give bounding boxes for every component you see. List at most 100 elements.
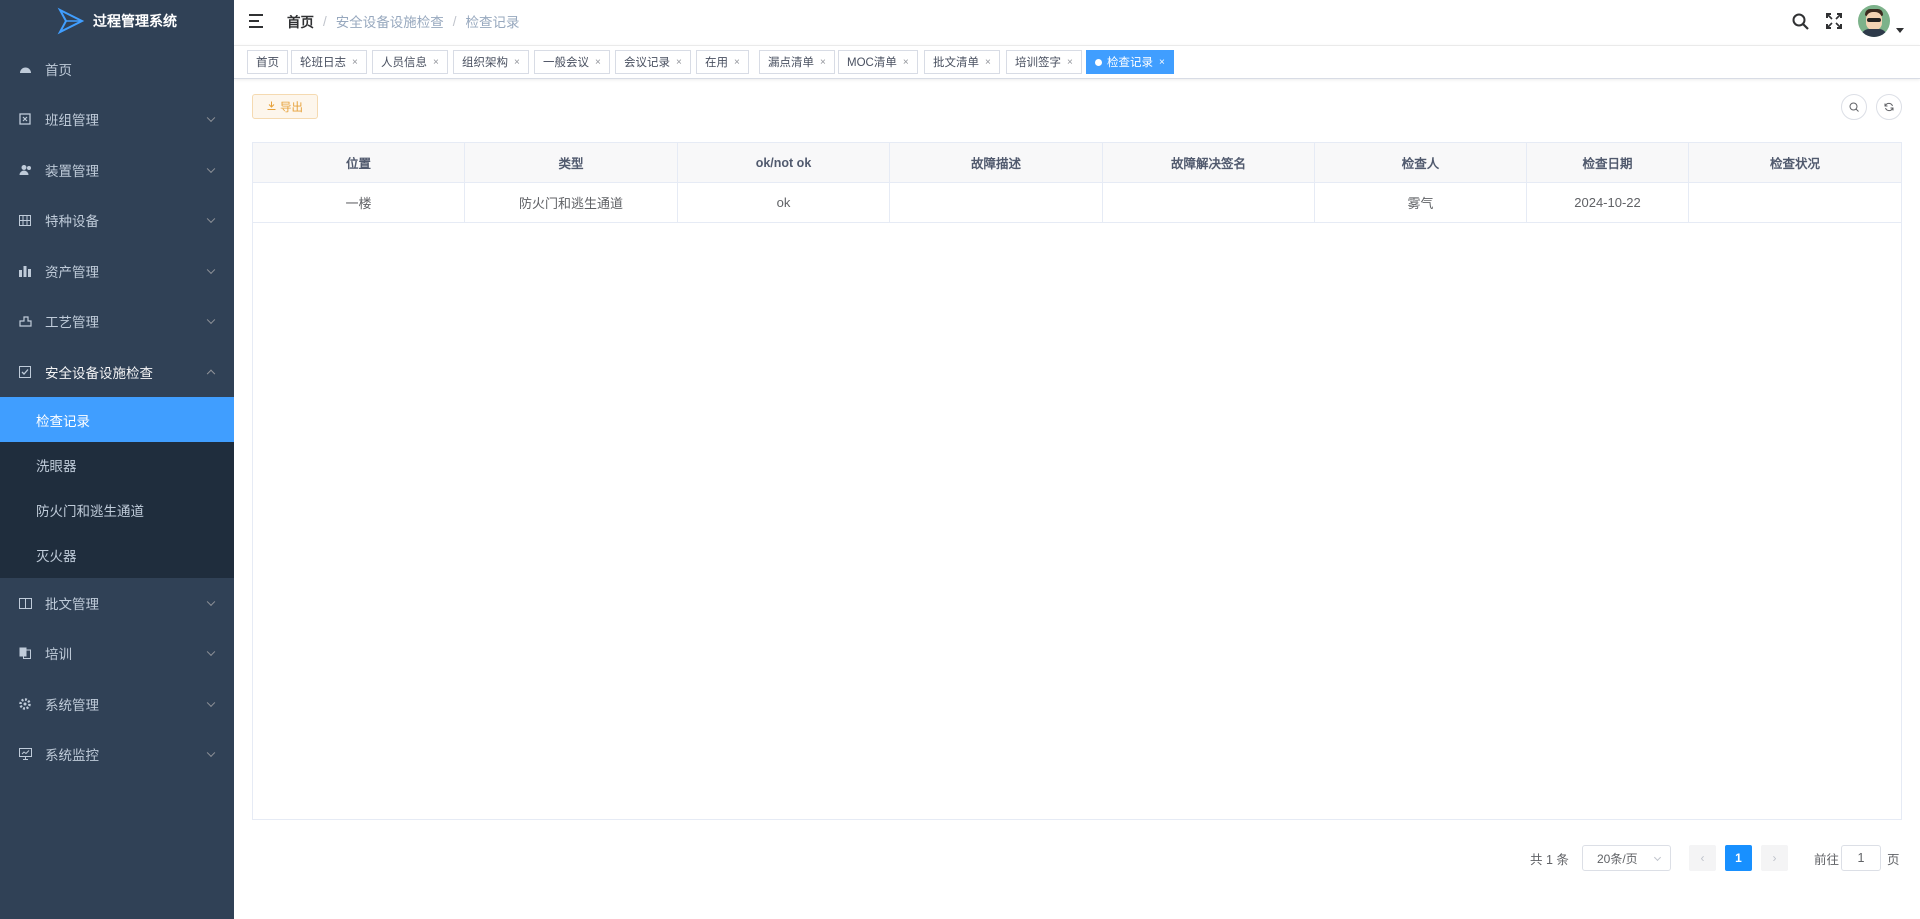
table-cell: ok bbox=[678, 183, 890, 222]
sidebar-item-label: 培训 bbox=[45, 647, 72, 662]
tag-org-structure[interactable]: 组织架构 × bbox=[453, 50, 529, 74]
sidebar-item-home[interactable]: 首页 bbox=[0, 44, 234, 94]
close-icon[interactable]: × bbox=[985, 57, 991, 68]
tag-meeting-minutes[interactable]: 会议记录 × bbox=[615, 50, 691, 74]
avatar[interactable] bbox=[1858, 5, 1890, 37]
search-icon[interactable] bbox=[1790, 11, 1810, 31]
team-icon bbox=[18, 112, 32, 126]
close-icon[interactable]: × bbox=[820, 57, 826, 68]
tag-personnel[interactable]: 人员信息 × bbox=[372, 50, 448, 74]
tag-label: MOC清单 bbox=[847, 57, 897, 69]
tag-home[interactable]: 首页 bbox=[247, 50, 288, 74]
tag-training-sign[interactable]: 培训签字 × bbox=[1006, 50, 1082, 74]
close-icon[interactable]: × bbox=[514, 57, 520, 68]
navbar: 首页 / 安全设备设施检查 / 检查记录 bbox=[234, 0, 1920, 42]
tag-leak-list[interactable]: 漏点清单 × bbox=[759, 50, 835, 74]
tag-label: 一般会议 bbox=[543, 57, 589, 69]
chevron-down-icon bbox=[1653, 853, 1662, 862]
sidebar-item-process[interactable]: 工艺管理 bbox=[0, 296, 234, 346]
column-header[interactable]: 检查人 bbox=[1315, 143, 1527, 182]
tag-moc-list[interactable]: MOC清单 × bbox=[838, 50, 918, 74]
sidebar-item-training[interactable]: 培训 bbox=[0, 628, 234, 678]
close-icon[interactable]: × bbox=[676, 57, 682, 68]
sidebar-item-safety-inspection[interactable]: 安全设备设施检查 bbox=[0, 347, 234, 397]
submenu-item-inspection-records[interactable]: 检查记录 bbox=[0, 397, 234, 442]
refresh-button[interactable] bbox=[1876, 94, 1902, 120]
breadcrumb-item-section: 安全设备设施检查 bbox=[335, 15, 444, 30]
close-icon[interactable]: × bbox=[352, 57, 358, 68]
chevron-left-icon: ‹ bbox=[1700, 851, 1705, 865]
tags-view: 首页 轮班日志 × 人员信息 × 组织架构 × 一般会议 × 会议记录 × 在用 × 漏点清… bbox=[234, 45, 1920, 79]
bar-chart-icon bbox=[18, 264, 32, 278]
export-button[interactable]: 导出 bbox=[252, 94, 318, 119]
table-header: 位置 类型 ok/not ok 故障描述 故障解决签名 检查人 检查日期 检查状… bbox=[253, 143, 1901, 183]
prev-page-button[interactable]: ‹ bbox=[1689, 845, 1716, 871]
column-header[interactable]: 类型 bbox=[465, 143, 678, 182]
goto-label: 前往 bbox=[1814, 852, 1840, 867]
sidebar-item-label: 班组管理 bbox=[45, 113, 99, 128]
sidebar-item-label: 系统监控 bbox=[45, 748, 99, 763]
toggle-search-button[interactable] bbox=[1841, 94, 1867, 120]
tag-inspection-records[interactable]: 检查记录 × bbox=[1086, 50, 1174, 74]
column-header[interactable]: ok/not ok bbox=[678, 143, 890, 182]
tag-in-use[interactable]: 在用 × bbox=[696, 50, 749, 74]
close-icon[interactable]: × bbox=[1067, 57, 1073, 68]
table-cell bbox=[890, 183, 1103, 222]
submenu-item-eyewash[interactable]: 洗眼器 bbox=[0, 442, 234, 487]
submenu-item-label: 洗眼器 bbox=[36, 458, 77, 474]
page-number-current[interactable]: 1 bbox=[1725, 845, 1752, 871]
sidebar: 过程管理系统 首页 班组管理 装置管理 特种设备 资产管理 工艺管理 安全设备设… bbox=[0, 0, 234, 919]
column-header[interactable]: 检查状况 bbox=[1689, 143, 1901, 182]
column-header[interactable]: 故障描述 bbox=[890, 143, 1103, 182]
sidebar-item-label: 系统管理 bbox=[45, 698, 99, 713]
tag-approval-list[interactable]: 批文清单 × bbox=[924, 50, 1000, 74]
submenu-item-label: 防火门和逃生通道 bbox=[36, 503, 144, 519]
tag-label: 检查记录 bbox=[1107, 57, 1153, 69]
breadcrumb-item-home[interactable]: 首页 bbox=[287, 11, 314, 31]
chevron-down-icon bbox=[206, 265, 216, 275]
monitor-icon bbox=[18, 747, 32, 761]
app-logo[interactable]: 过程管理系统 bbox=[0, 0, 234, 42]
sidebar-item-team[interactable]: 班组管理 bbox=[0, 94, 234, 144]
close-icon[interactable]: × bbox=[1159, 57, 1165, 68]
sidebar-item-approval[interactable]: 批文管理 bbox=[0, 578, 234, 628]
column-header[interactable]: 位置 bbox=[253, 143, 465, 182]
sidebar-item-system-admin[interactable]: 系统管理 bbox=[0, 679, 234, 729]
next-page-button[interactable]: › bbox=[1761, 845, 1788, 871]
grid-icon bbox=[18, 213, 32, 227]
chevron-down-icon bbox=[206, 214, 216, 224]
column-header[interactable]: 故障解决签名 bbox=[1103, 143, 1315, 182]
table-row[interactable]: 一楼 防火门和逃生通道 ok 雾气 2024-10-22 bbox=[253, 183, 1901, 223]
close-icon[interactable]: × bbox=[734, 57, 740, 68]
table-cell: 一楼 bbox=[253, 183, 465, 222]
page-size-select[interactable]: 20条/页 bbox=[1582, 845, 1671, 871]
tag-shift-log[interactable]: 轮班日志 × bbox=[291, 50, 367, 74]
sidebar-item-assets[interactable]: 资产管理 bbox=[0, 246, 234, 296]
caret-down-icon[interactable] bbox=[1896, 27, 1904, 33]
table-cell: 防火门和逃生通道 bbox=[465, 183, 678, 222]
tag-label: 在用 bbox=[705, 57, 728, 69]
tag-general-meeting[interactable]: 一般会议 × bbox=[534, 50, 610, 74]
export-label: 导出 bbox=[280, 101, 303, 114]
hamburger-icon[interactable] bbox=[249, 14, 265, 28]
fullscreen-icon[interactable] bbox=[1824, 11, 1844, 31]
submenu-item-label: 检查记录 bbox=[36, 413, 90, 429]
submenu-item-fire-door[interactable]: 防火门和逃生通道 bbox=[0, 487, 234, 532]
chevron-down-icon bbox=[206, 647, 216, 657]
sidebar-item-special-equipment[interactable]: 特种设备 bbox=[0, 195, 234, 245]
close-icon[interactable]: × bbox=[595, 57, 601, 68]
close-icon[interactable]: × bbox=[433, 57, 439, 68]
chevron-down-icon bbox=[206, 748, 216, 758]
tag-label: 漏点清单 bbox=[768, 57, 814, 69]
submenu-item-extinguisher[interactable]: 灭火器 bbox=[0, 532, 234, 577]
table-cell: 雾气 bbox=[1315, 183, 1527, 222]
logo-icon bbox=[57, 7, 85, 35]
sidebar-item-device[interactable]: 装置管理 bbox=[0, 145, 234, 195]
chevron-down-icon bbox=[206, 113, 216, 123]
goto-page-input[interactable] bbox=[1841, 845, 1881, 871]
close-icon[interactable]: × bbox=[903, 57, 909, 68]
column-header[interactable]: 检查日期 bbox=[1527, 143, 1689, 182]
page-suffix-label: 页 bbox=[1887, 852, 1900, 867]
sidebar-item-label: 首页 bbox=[45, 63, 72, 78]
sidebar-item-system-monitor[interactable]: 系统监控 bbox=[0, 729, 234, 779]
